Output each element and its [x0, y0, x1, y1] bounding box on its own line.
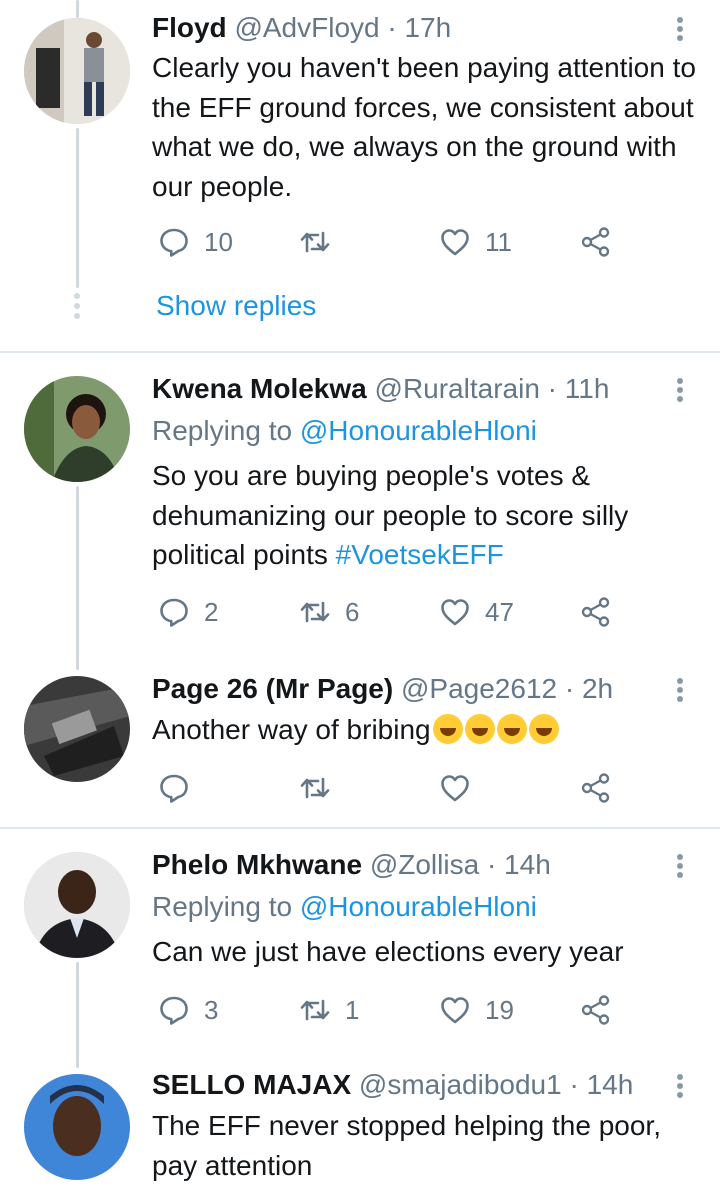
avatar[interactable] [24, 376, 130, 482]
avatar[interactable] [24, 18, 130, 124]
user-handle[interactable]: @smajadibodu1 [359, 1069, 562, 1100]
like-button[interactable] [439, 772, 471, 804]
tweet-header: Floyd @AdvFloyd · 17h [152, 11, 451, 45]
display-name[interactable]: Page 26 (Mr Page) [152, 673, 393, 704]
share-button[interactable] [580, 994, 612, 1026]
tweet-text: Another way of bribing [152, 710, 702, 750]
reply-count: 10 [204, 226, 233, 257]
like-count: 19 [485, 994, 514, 1025]
share-icon [580, 772, 612, 804]
reply-icon [158, 596, 190, 628]
more-options-icon[interactable] [668, 674, 692, 706]
reply-button[interactable]: 2 [158, 596, 218, 628]
reply-button[interactable]: 3 [158, 994, 218, 1026]
thread-line [76, 128, 79, 288]
share-button[interactable] [580, 226, 612, 258]
retweet-button[interactable] [299, 772, 331, 804]
rolling-on-floor-laughing-emoji [464, 714, 495, 744]
rolling-on-floor-laughing-emoji [496, 714, 527, 744]
retweet-icon [299, 596, 331, 628]
divider [0, 827, 720, 829]
timestamp[interactable]: · 2h [565, 673, 613, 704]
retweet-icon [299, 772, 331, 804]
heart-icon [439, 596, 471, 628]
rolling-on-floor-laughing-emoji [528, 714, 559, 744]
reply-icon [158, 994, 190, 1026]
share-icon [580, 596, 612, 628]
heart-icon [439, 226, 471, 258]
thread-line [76, 0, 79, 18]
share-button[interactable] [580, 596, 612, 628]
thread-continuation-dots [74, 293, 80, 319]
reply-button[interactable] [158, 772, 190, 804]
timestamp[interactable]: · 11h [548, 373, 610, 404]
hashtag-link[interactable]: #VoetsekEFF [336, 539, 504, 570]
user-handle[interactable]: @AdvFloyd [234, 12, 379, 43]
timestamp[interactable]: · 14h [487, 849, 551, 880]
more-options-icon[interactable] [668, 1070, 692, 1102]
tweet-header: Page 26 (Mr Page) @Page2612 · 2h [152, 672, 613, 706]
user-handle[interactable]: @Ruraltarain [375, 373, 540, 404]
tweet-text: Clearly you haven't been paying attentio… [152, 52, 696, 202]
thread-line [76, 962, 79, 1068]
tweet-header: Kwena Molekwa @Ruraltarain · 11h [152, 372, 609, 406]
tweet-header: Phelo Mkhwane @Zollisa · 14h [152, 848, 551, 882]
avatar[interactable] [24, 852, 130, 958]
share-icon [580, 994, 612, 1026]
divider [0, 351, 720, 353]
like-button[interactable]: 11 [439, 226, 512, 258]
reply-icon [158, 226, 190, 258]
replying-to-mention[interactable]: @HonourableHloni [300, 415, 537, 446]
user-handle[interactable]: @Zollisa [370, 849, 479, 880]
more-options-icon[interactable] [668, 850, 692, 882]
reply-icon [158, 772, 190, 804]
timestamp[interactable]: · 17h [387, 12, 451, 43]
tweet-text: The EFF never stopped helping the poor, … [152, 1110, 661, 1181]
retweet-button[interactable]: 6 [299, 596, 359, 628]
tweet-text: So you are buying people's votes & dehum… [152, 456, 702, 575]
reply-count: 2 [204, 596, 219, 627]
share-button[interactable] [580, 772, 612, 804]
retweet-button[interactable]: 1 [299, 994, 359, 1026]
avatar[interactable] [24, 676, 130, 782]
replying-to-mention[interactable]: @HonourableHloni [300, 891, 537, 922]
retweet-count: 1 [345, 994, 360, 1025]
heart-icon [439, 994, 471, 1026]
more-options-icon[interactable] [668, 374, 692, 406]
reply-button[interactable]: 10 [158, 226, 233, 258]
avatar[interactable] [24, 1074, 130, 1180]
replying-to-label: Replying to [152, 891, 293, 922]
retweet-count: 6 [345, 596, 360, 627]
rolling-on-floor-laughing-emoji [432, 714, 463, 744]
more-options-icon[interactable] [668, 13, 692, 45]
display-name[interactable]: Kwena Molekwa [152, 373, 367, 404]
like-button[interactable]: 19 [439, 994, 514, 1026]
replying-to: Replying to @HonourableHloni [152, 890, 537, 924]
tweet-text: Can we just have elections every year [152, 936, 624, 967]
reply-count: 3 [204, 994, 219, 1025]
replying-to-label: Replying to [152, 415, 293, 446]
like-count: 47 [485, 596, 514, 627]
heart-icon [439, 772, 471, 804]
show-replies-link[interactable]: Show replies [156, 289, 316, 323]
replying-to: Replying to @HonourableHloni [152, 414, 537, 448]
display-name[interactable]: SELLO MAJAX [152, 1069, 351, 1100]
timestamp[interactable]: · 14h [569, 1069, 633, 1100]
tweet-header: SELLO MAJAX @smajadibodu1 · 14h [152, 1068, 633, 1102]
user-handle[interactable]: @Page2612 [401, 673, 557, 704]
like-button[interactable]: 47 [439, 596, 514, 628]
tweet-text-body: Another way of bribing [152, 714, 431, 745]
display-name[interactable]: Phelo Mkhwane [152, 849, 362, 880]
retweet-icon [299, 226, 331, 258]
share-icon [580, 226, 612, 258]
like-count: 11 [485, 226, 512, 257]
retweet-icon [299, 994, 331, 1026]
thread-line [76, 486, 79, 670]
retweet-button[interactable] [299, 226, 331, 258]
display-name[interactable]: Floyd [152, 12, 227, 43]
